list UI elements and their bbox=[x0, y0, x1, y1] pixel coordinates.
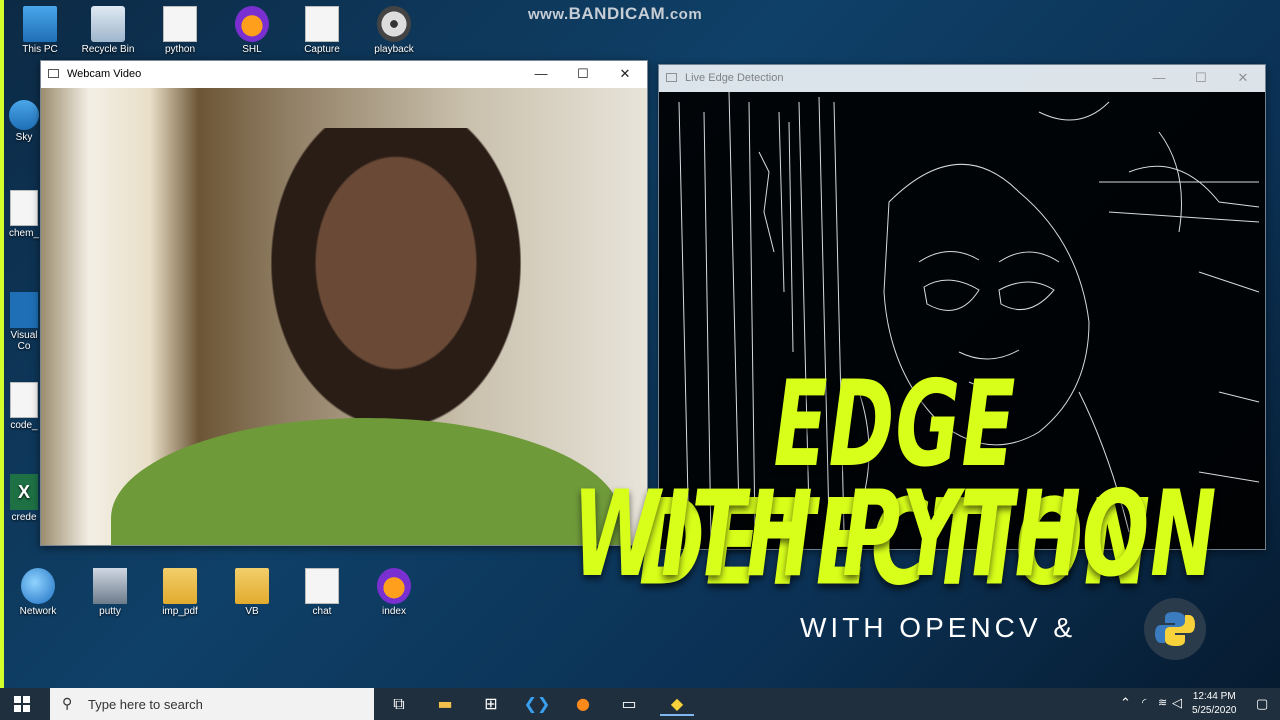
skype-icon bbox=[9, 100, 39, 130]
task-view-icon[interactable]: ⧉ bbox=[382, 692, 416, 716]
minimize-button[interactable]: — bbox=[521, 64, 561, 84]
this-pc-icon bbox=[23, 6, 57, 42]
window-title: Live Edge Detection bbox=[685, 72, 784, 84]
folder-icon bbox=[235, 568, 269, 604]
desktop-icon-imp-pdf[interactable]: imp_pdf bbox=[148, 568, 212, 617]
window-app-icon bbox=[666, 73, 677, 82]
start-button[interactable] bbox=[14, 696, 30, 712]
window-title: Webcam Video bbox=[67, 68, 142, 80]
text-file-icon bbox=[10, 190, 38, 226]
file-explorer-icon[interactable]: ▬ bbox=[428, 692, 462, 716]
desktop-icon-skype[interactable]: Sky bbox=[4, 100, 44, 143]
putty-icon bbox=[93, 568, 127, 604]
search-box[interactable]: ⚲ Type here to search bbox=[50, 688, 374, 720]
volume-icon[interactable]: ◁ bbox=[1172, 695, 1182, 711]
python-icon[interactable]: ◆ bbox=[660, 692, 694, 716]
clock-time: 12:44 PM bbox=[1192, 691, 1236, 702]
vscode-icon[interactable]: ❮❯ bbox=[520, 692, 554, 716]
person-silhouette bbox=[271, 128, 521, 428]
taskbar: ⚲ Type here to search ⧉ ▬ ⊞ ❮❯ ● ▭ ◆ ⌃ ◜… bbox=[0, 688, 1280, 720]
recycle-bin-icon bbox=[91, 6, 125, 42]
desktop-icon-code[interactable]: code_ bbox=[4, 382, 44, 431]
firefox-icon bbox=[235, 6, 269, 42]
edge-titlebar[interactable]: Live Edge Detection — ☐ ✕ bbox=[659, 65, 1265, 92]
minimize-button[interactable]: — bbox=[1139, 68, 1179, 88]
close-button[interactable]: ✕ bbox=[1223, 68, 1263, 88]
excel-icon: X bbox=[10, 474, 38, 510]
clock-date: 5/25/2020 bbox=[1192, 705, 1237, 716]
maximize-button[interactable]: ☐ bbox=[563, 64, 603, 84]
headline-line-2: WITH PYTHON bbox=[572, 464, 1218, 604]
desktop-icon-index[interactable]: index bbox=[362, 568, 426, 617]
desktop-icon-playback[interactable]: playback bbox=[362, 6, 426, 55]
image-file-icon bbox=[305, 6, 339, 42]
desktop-icon-visual-studio[interactable]: Visual Co bbox=[4, 292, 44, 352]
search-icon: ⚲ bbox=[62, 696, 73, 712]
text-file-icon bbox=[163, 6, 197, 42]
python-logo-icon bbox=[1144, 598, 1206, 660]
desktop-icon-recycle-bin[interactable]: Recycle Bin bbox=[76, 6, 140, 55]
text-file-icon bbox=[10, 382, 38, 418]
desktop-icon-chat[interactable]: chat bbox=[290, 568, 354, 617]
desktop-icon-shl[interactable]: SHL bbox=[220, 6, 284, 55]
network-icon bbox=[21, 568, 55, 604]
desktop-icon-putty[interactable]: putty bbox=[78, 568, 142, 617]
wifi-icon[interactable]: ≋ bbox=[1158, 696, 1167, 709]
webcam-titlebar[interactable]: Webcam Video — ☐ ✕ bbox=[41, 61, 647, 88]
visual-studio-icon bbox=[10, 292, 38, 328]
desktop-icon-vb[interactable]: VB bbox=[220, 568, 284, 617]
maximize-button[interactable]: ☐ bbox=[1181, 68, 1221, 88]
media-disc-icon bbox=[377, 6, 411, 42]
desktop-icon-chem[interactable]: chem_ bbox=[4, 190, 44, 239]
taskbar-clock[interactable]: 12:44 PM 5/25/2020 bbox=[1192, 690, 1237, 718]
firefox-icon[interactable]: ● bbox=[566, 692, 600, 716]
bandicam-watermark: www.BANDICAM.com bbox=[528, 4, 703, 23]
notifications-icon[interactable]: ▢ bbox=[1256, 696, 1268, 712]
text-file-icon bbox=[305, 568, 339, 604]
window-app-icon bbox=[48, 69, 59, 78]
firefox-icon bbox=[377, 568, 411, 604]
search-placeholder: Type here to search bbox=[88, 697, 203, 712]
terminal-icon[interactable]: ▭ bbox=[612, 692, 646, 716]
subtitle-text: WITH OPENCV & bbox=[800, 612, 1077, 643]
folder-icon bbox=[163, 568, 197, 604]
desktop-icon-this-pc[interactable]: This PC bbox=[8, 6, 72, 55]
network-status-icon[interactable]: ◜ bbox=[1142, 696, 1146, 709]
desktop-icon-network[interactable]: Network bbox=[6, 568, 70, 617]
desktop-icon-capture[interactable]: Capture bbox=[290, 6, 354, 55]
desktop-icon-credentials[interactable]: X crede bbox=[4, 474, 44, 523]
store-icon[interactable]: ⊞ bbox=[474, 692, 508, 716]
close-button[interactable]: ✕ bbox=[605, 64, 645, 84]
show-hidden-icons-chevron-icon[interactable]: ⌃ bbox=[1120, 695, 1131, 711]
desktop-icon-python[interactable]: python bbox=[148, 6, 212, 55]
